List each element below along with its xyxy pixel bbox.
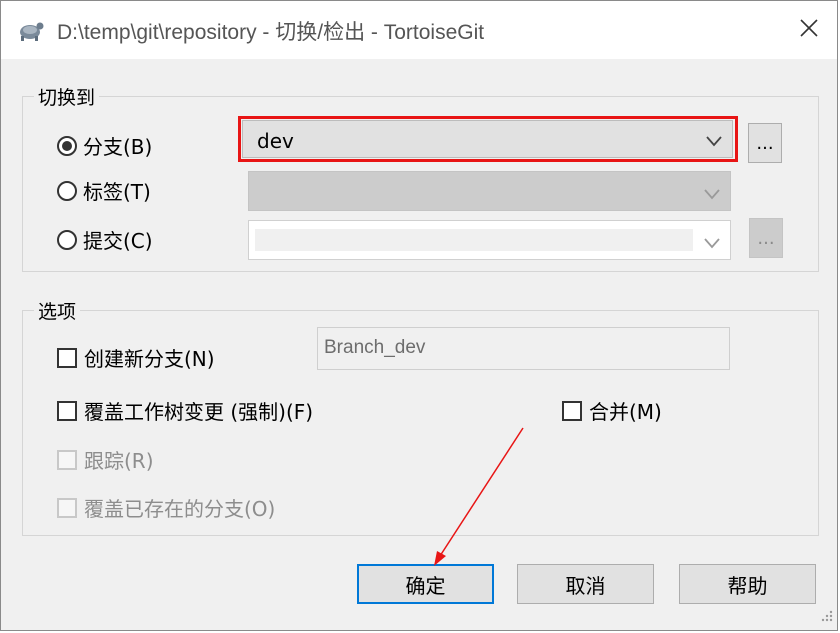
override-changes-label: 覆盖工作树变更 (强制)(F) [84,400,314,424]
title-bar: D:\temp\git\repository - 切换/检出 - Tortois… [1,1,837,59]
checkout-dialog: D:\temp\git\repository - 切换/检出 - Tortois… [0,0,838,631]
branch-radio[interactable]: 分支(B) [57,131,152,160]
branch-browse-button[interactable]: ... [748,123,782,163]
new-branch-name-value: Branch_dev [324,337,426,358]
radio-button[interactable] [57,229,77,250]
chevron-down-icon [704,185,720,204]
checkbox [57,497,77,518]
override-branch-checkbox: 覆盖已存在的分支(O) [57,493,275,522]
track-label: 跟踪(R) [84,449,154,473]
ok-button[interactable]: 确定 [357,564,494,604]
close-button[interactable] [781,1,837,59]
resize-grip-icon[interactable] [821,607,833,626]
tag-radio[interactable]: 标签(T) [57,176,151,205]
chevron-down-icon [706,132,722,151]
tag-radio-label: 标签(T) [83,180,151,204]
new-branch-name-field: Branch_dev [317,327,730,370]
tortoise-icon [15,17,45,43]
merge-label: 合并(M) [589,400,662,424]
window-title: D:\temp\git\repository - 切换/检出 - Tortois… [57,21,485,44]
create-branch-label: 创建新分支(N) [84,347,215,371]
help-button[interactable]: 帮助 [679,564,816,604]
branch-dropdown[interactable]: dev [242,120,733,158]
merge-checkbox[interactable]: 合并(M) [562,396,662,425]
checkbox[interactable] [57,400,77,421]
commit-browse-button: ... [749,218,783,258]
override-branch-label: 覆盖已存在的分支(O) [84,497,276,521]
close-icon [799,18,819,42]
radio-button-checked[interactable] [57,135,77,156]
override-changes-checkbox[interactable]: 覆盖工作树变更 (强制)(F) [57,396,313,425]
tag-dropdown [248,171,731,211]
commit-radio[interactable]: 提交(C) [57,225,153,254]
checkbox[interactable] [562,400,582,421]
radio-button[interactable] [57,180,77,201]
branch-radio-label: 分支(B) [83,135,153,159]
commit-input [255,229,693,251]
switch-to-group-label: 切换到 [34,83,100,110]
checkbox[interactable] [57,347,77,368]
chevron-down-icon [704,234,720,253]
track-checkbox: 跟踪(R) [57,445,154,474]
create-branch-checkbox[interactable]: 创建新分支(N) [57,343,215,372]
commit-dropdown [248,220,731,260]
branch-dropdown-value: dev [257,129,294,153]
options-group-label: 选项 [34,297,81,324]
checkbox [57,449,77,470]
cancel-button[interactable]: 取消 [517,564,654,604]
commit-radio-label: 提交(C) [83,229,153,253]
